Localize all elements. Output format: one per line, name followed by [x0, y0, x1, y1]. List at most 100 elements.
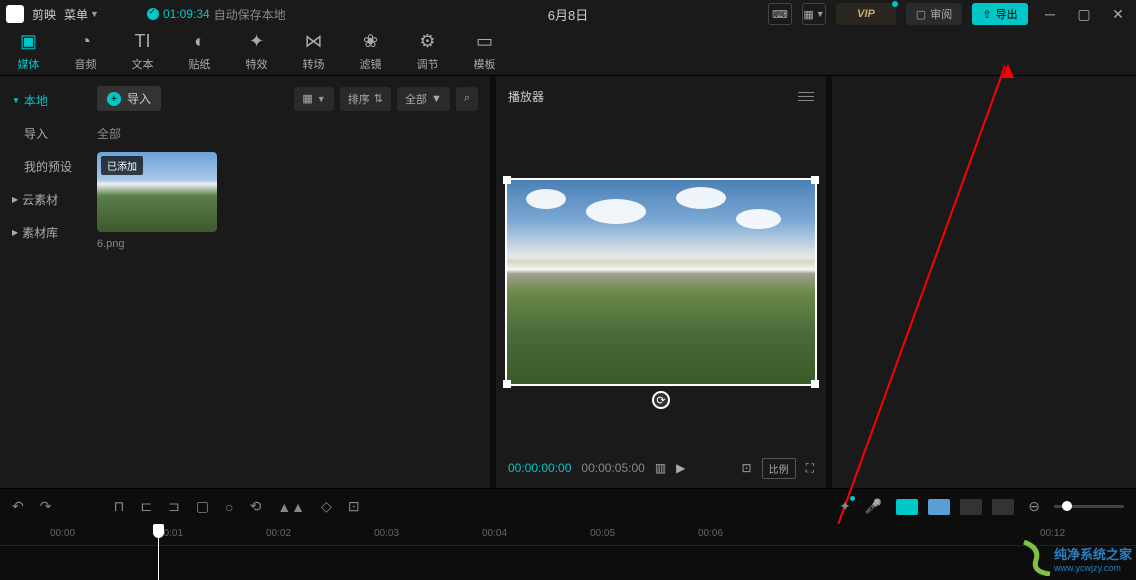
ruler-tick: 00:00: [50, 528, 75, 539]
transition-icon: ⋈: [305, 31, 323, 52]
search-button[interactable]: ⌕: [456, 87, 478, 111]
resize-handle[interactable]: [505, 179, 507, 385]
sidebar-item-presets[interactable]: 我的预设: [0, 150, 85, 183]
current-timecode: 00:00:00:00: [508, 461, 571, 475]
rotate-button[interactable]: ◇: [321, 498, 332, 515]
sticker-icon: ◐: [194, 31, 205, 52]
adjust-icon: ⚙: [419, 31, 435, 52]
tab-audio[interactable]: ◔音频: [57, 28, 114, 75]
mic-button[interactable]: 🎤: [865, 498, 882, 515]
frame-button[interactable]: ⊡: [742, 461, 752, 475]
tab-sticker[interactable]: ◐贴纸: [171, 28, 228, 75]
tab-transition[interactable]: ⋈转场: [285, 28, 342, 75]
timeline-ruler[interactable]: 00:00 00:01 00:02 00:03 00:04 00:05 00:0…: [0, 524, 1136, 546]
plus-icon: +: [107, 92, 121, 106]
zoom-slider[interactable]: [1054, 505, 1124, 508]
main-area: ▼本地 导入 我的预设 ▶云素材 ▶素材库 + 导入 ▦▼ 排序 ⇅ 全部 ▼ …: [0, 76, 1136, 488]
sidebar-item-local[interactable]: ▼本地: [0, 84, 85, 117]
tab-text[interactable]: TI文本: [114, 28, 171, 75]
play-button[interactable]: ▶: [676, 461, 685, 475]
watermark: 纯净系统之家 www.ycwjzy.com: [1022, 540, 1132, 576]
sidebar-item-library[interactable]: ▶素材库: [0, 216, 85, 249]
trim-left-button[interactable]: ⊏: [140, 498, 152, 515]
ruler-tick: 00:06: [698, 528, 723, 539]
resize-handle[interactable]: [503, 380, 511, 388]
chevron-right-icon: ▶: [12, 228, 18, 237]
filter-icon: ❀: [363, 31, 378, 52]
close-button[interactable]: ✕: [1106, 2, 1130, 26]
review-button[interactable]: ▢审阅: [906, 3, 962, 25]
autosave-time: 01:09:34: [163, 7, 210, 21]
player-menu-icon[interactable]: [798, 92, 814, 101]
magic-button[interactable]: ✦: [839, 498, 851, 515]
project-title: 6月8日: [548, 5, 588, 24]
track-toggle-4[interactable]: [992, 499, 1014, 515]
resize-handle[interactable]: [815, 179, 817, 385]
sort-button[interactable]: 排序 ⇅: [340, 87, 391, 111]
track-toggle-2[interactable]: [928, 499, 950, 515]
media-thumbnail[interactable]: 已添加: [97, 152, 217, 232]
app-logo-icon: [6, 5, 24, 23]
media-panel: + 导入 ▦▼ 排序 ⇅ 全部 ▼ ⌕ 全部 已添加 6.png: [85, 76, 490, 488]
sidebar-item-import[interactable]: 导入: [0, 117, 85, 150]
ratio-button[interactable]: 比例: [762, 458, 796, 479]
playhead[interactable]: [158, 524, 159, 580]
tab-filter[interactable]: ❀滤镜: [342, 28, 399, 75]
rotate-handle[interactable]: [652, 391, 670, 409]
trim-right-button[interactable]: ⊐: [168, 498, 180, 515]
view-grid-button[interactable]: ▦▼: [294, 87, 333, 111]
tab-template[interactable]: ▭模板: [456, 28, 513, 75]
chevron-down-icon: ▼: [12, 96, 20, 105]
redo-button[interactable]: ↷: [40, 498, 52, 515]
effects-icon: ✦: [249, 31, 264, 52]
timeline[interactable]: 00:00 00:01 00:02 00:03 00:04 00:05 00:0…: [0, 524, 1136, 580]
maximize-button[interactable]: ▢: [1072, 2, 1096, 26]
added-badge: 已添加: [101, 156, 143, 175]
timeline-toolbar: ↶ ↷ ⊓ ⊏ ⊐ ▢ ○ ⟲ ▲▲ ◇ ⊡ ✦ 🎤 ⊖: [0, 488, 1136, 524]
split-button[interactable]: ⊓: [113, 498, 124, 515]
tab-effects[interactable]: ✦特效: [228, 28, 285, 75]
export-button[interactable]: ⇧导出: [972, 3, 1028, 25]
reverse-button[interactable]: ⟲: [250, 498, 262, 515]
resize-handle[interactable]: [506, 178, 816, 180]
mirror-button[interactable]: ▲▲: [277, 499, 305, 515]
resize-handle[interactable]: [503, 176, 511, 184]
media-section-label: 全部: [97, 125, 478, 142]
resize-handle[interactable]: [811, 380, 819, 388]
layout-button[interactable]: ▦▼: [802, 3, 826, 25]
ruler-tick: 00:12: [1040, 528, 1065, 539]
tab-adjust[interactable]: ⚙调节: [399, 28, 456, 75]
import-button[interactable]: + 导入: [97, 86, 161, 111]
track-toggle-3[interactable]: [960, 499, 982, 515]
ruler-tick: 00:03: [374, 528, 399, 539]
watermark-icon: [1022, 540, 1052, 576]
zoom-out-button[interactable]: ⊖: [1028, 498, 1040, 515]
fullscreen-button[interactable]: ⛶: [806, 461, 814, 476]
ruler-tick: 00:04: [482, 528, 507, 539]
undo-button[interactable]: ↶: [12, 498, 24, 515]
columns-icon[interactable]: ▥: [655, 461, 666, 475]
tab-media[interactable]: ▣媒体: [0, 28, 57, 75]
crop-button[interactable]: ▢: [196, 498, 209, 515]
frame-crop-button[interactable]: ⊡: [348, 498, 360, 515]
media-item[interactable]: 已添加 6.png: [97, 152, 217, 250]
sidebar-item-cloud[interactable]: ▶云素材: [0, 183, 85, 216]
menu-button[interactable]: 菜单 ▼: [64, 6, 99, 23]
record-button[interactable]: ○: [225, 499, 233, 515]
filter-button[interactable]: 全部 ▼: [397, 87, 450, 111]
player-viewport[interactable]: [506, 179, 816, 385]
resize-handle[interactable]: [811, 176, 819, 184]
title-bar: 剪映 菜单 ▼ 01:09:34 自动保存本地 6月8日 ⌨ ▦▼ VIP ▢审…: [0, 0, 1136, 28]
export-icon: ⇧: [982, 8, 991, 21]
chevron-down-icon: ▼: [90, 9, 99, 19]
vip-button[interactable]: VIP: [836, 3, 896, 25]
menu-label: 菜单: [64, 6, 88, 23]
properties-panel: [832, 76, 1136, 488]
zoom-thumb[interactable]: [1062, 501, 1072, 511]
autosave-status: 01:09:34 自动保存本地: [147, 6, 286, 23]
track-toggle-1[interactable]: [896, 499, 918, 515]
media-filename: 6.png: [97, 238, 217, 250]
resize-handle[interactable]: [506, 384, 816, 386]
minimize-button[interactable]: ─: [1038, 2, 1062, 26]
keyboard-icon[interactable]: ⌨: [768, 3, 792, 25]
